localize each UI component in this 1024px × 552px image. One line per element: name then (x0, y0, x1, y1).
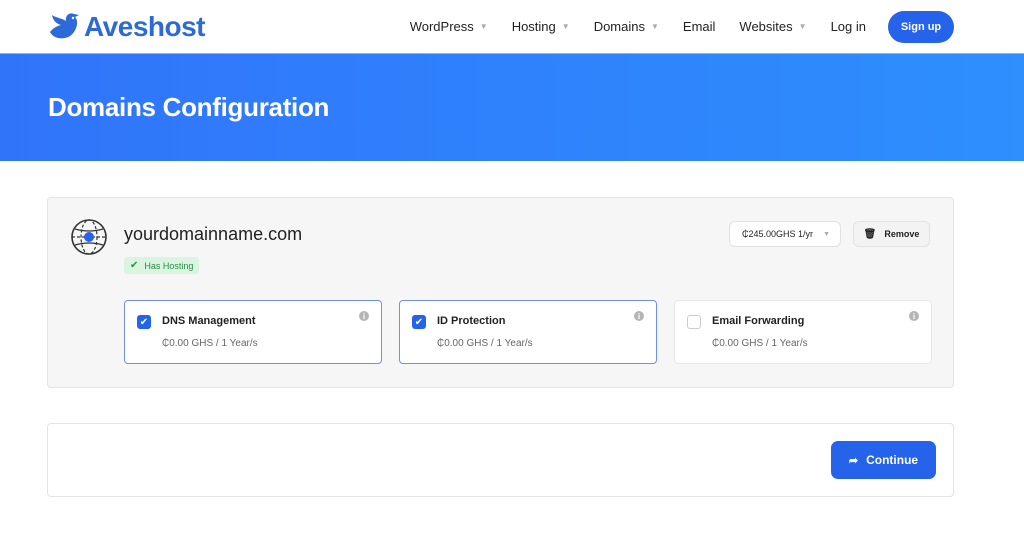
addon-price: ₵0.00 GHS / 1 Year/s (162, 338, 258, 349)
main-nav: WordPress ▼ Hosting ▼ Domains ▼ Email We… (386, 10, 954, 43)
addon-price: ₵0.00 GHS / 1 Year/s (437, 338, 533, 349)
check-icon: ✔ (130, 260, 139, 271)
page-title: Domains Configuration (48, 92, 330, 122)
price-selected-value: ₵245.00GHS 1/yr (742, 229, 814, 239)
nav-item-hosting[interactable]: Hosting ▼ (512, 19, 570, 34)
nav-label: Email (682, 19, 716, 34)
remove-label: Remove (884, 229, 920, 239)
nav-item-wordpress[interactable]: WordPress ▼ (410, 19, 488, 34)
top-navbar: Aveshost WordPress ▼ Hosting ▼ Domains ▼… (0, 0, 1024, 54)
domain-card: yourdomainname.com ✔ Has Hosting ₵245.00… (47, 197, 954, 388)
remove-domain-button[interactable]: 🗑 Remove (853, 221, 930, 247)
nav-item-domains[interactable]: Domains ▼ (594, 19, 659, 34)
addon-price: ₵0.00 GHS / 1 Year/s (712, 338, 808, 349)
continue-label: Continue (866, 453, 919, 467)
nav-label: Log in (830, 19, 866, 34)
brand-logo[interactable]: Aveshost (48, 10, 206, 43)
price-period-select[interactable]: ₵245.00GHS 1/yr ▼ (729, 221, 841, 247)
domain-name: yourdomainname.com (124, 224, 303, 244)
share-arrow-icon: ➦ (848, 454, 859, 467)
checkbox-unchecked[interactable] (687, 315, 701, 329)
nav-label: Websites (739, 19, 793, 34)
chevron-down-icon: ▼ (561, 22, 570, 31)
addon-title: DNS Management (162, 315, 256, 327)
checkbox-checked[interactable]: ✔ (137, 315, 151, 329)
addon-title: ID Protection (437, 315, 506, 327)
checkbox-checked[interactable]: ✔ (412, 315, 426, 329)
signup-button[interactable]: Sign up (888, 10, 954, 43)
info-icon[interactable]: i (359, 311, 369, 321)
brand-name: Aveshost (84, 10, 206, 42)
globe-icon (71, 219, 107, 255)
trash-icon: 🗑 (863, 228, 877, 240)
nav-label: Hosting (511, 19, 556, 34)
chevron-down-icon: ▼ (650, 22, 659, 31)
nav-label: Domains (593, 19, 645, 34)
page-hero: Domains Configuration (0, 54, 1024, 161)
nav-item-email[interactable]: Email (683, 19, 716, 34)
chevron-down-icon: ▼ (798, 22, 807, 31)
addon-id-protection[interactable]: ✔ ID Protection ₵0.00 GHS / 1 Year/s i (399, 300, 657, 364)
continue-button[interactable]: ➦ Continue (831, 441, 936, 479)
badge-label: Has Hosting (144, 260, 194, 271)
bird-logo-icon (50, 12, 79, 38)
addon-email-forwarding[interactable]: Email Forwarding ₵0.00 GHS / 1 Year/s i (674, 300, 932, 364)
nav-item-websites[interactable]: Websites ▼ (739, 19, 806, 34)
nav-item-login[interactable]: Log in (831, 19, 866, 34)
has-hosting-badge: ✔ Has Hosting (124, 257, 200, 274)
chevron-down-icon: ▼ (479, 22, 488, 31)
continue-panel: ➦ Continue (47, 423, 954, 497)
addon-title: Email Forwarding (712, 315, 805, 327)
chevron-down-icon: ▼ (823, 230, 830, 238)
info-icon[interactable]: i (909, 311, 919, 321)
nav-label: WordPress (409, 19, 474, 34)
addon-dns-management[interactable]: ✔ DNS Management ₵0.00 GHS / 1 Year/s i (124, 300, 382, 364)
info-icon[interactable]: i (634, 311, 644, 321)
